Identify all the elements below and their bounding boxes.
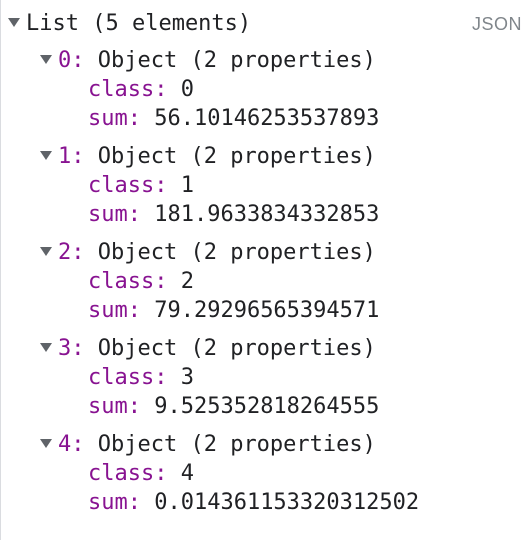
list-item[interactable]: 4: Object (2 properties) (40, 430, 376, 459)
json-view-button[interactable]: JSON (472, 14, 522, 35)
property-key: class: (88, 269, 168, 294)
property-row: sum: 79.29296565394571 (88, 296, 379, 325)
property-key: sum: (88, 394, 141, 419)
expand-triangle-icon[interactable] (40, 342, 52, 352)
item-index: 3: (58, 336, 85, 361)
item-summary: Object (2 properties) (84, 336, 376, 361)
expand-triangle-icon[interactable] (40, 438, 52, 448)
item-index: 0: (58, 48, 85, 73)
expand-triangle-icon[interactable] (40, 150, 52, 160)
property-key: class: (88, 173, 168, 198)
list-item[interactable]: 2: Object (2 properties) (40, 238, 376, 267)
property-row: sum: 56.10146253537893 (88, 104, 379, 133)
property-value: 9.525352818264555 (140, 394, 380, 419)
expand-triangle-icon[interactable] (40, 54, 52, 64)
property-key: class: (88, 461, 168, 486)
property-row: sum: 0.014361153320312502 (88, 488, 419, 517)
panel-divider (0, 0, 1, 540)
property-value: 4 (167, 461, 194, 486)
property-row: class: 2 (88, 267, 194, 296)
item-index: 2: (58, 240, 85, 265)
property-key: class: (88, 365, 168, 390)
property-value: 181.9633834332853 (140, 202, 380, 227)
property-value: 2 (167, 269, 194, 294)
expand-triangle-icon[interactable] (8, 17, 20, 27)
item-summary: Object (2 properties) (84, 432, 376, 457)
list-root-row[interactable]: List (5 elements) (8, 9, 251, 38)
property-row: class: 3 (88, 363, 194, 392)
property-key: sum: (88, 490, 141, 515)
list-item[interactable]: 1: Object (2 properties) (40, 142, 376, 171)
list-root-label: List (5 elements) (26, 11, 252, 36)
property-key: sum: (88, 106, 141, 131)
property-value: 56.10146253537893 (140, 106, 380, 131)
property-key: sum: (88, 202, 141, 227)
property-row: sum: 181.9633834332853 (88, 200, 379, 229)
property-value: 0.014361153320312502 (140, 490, 420, 515)
item-summary: Object (2 properties) (84, 240, 376, 265)
item-summary: Object (2 properties) (84, 48, 376, 73)
item-index: 4: (58, 432, 85, 457)
property-value: 0 (167, 77, 194, 102)
property-value: 3 (167, 365, 194, 390)
property-value: 79.29296565394571 (140, 298, 380, 323)
property-row: class: 0 (88, 75, 194, 104)
item-summary: Object (2 properties) (84, 144, 376, 169)
property-row: class: 1 (88, 171, 194, 200)
property-value: 1 (167, 173, 194, 198)
property-key: sum: (88, 298, 141, 323)
property-key: class: (88, 77, 168, 102)
property-row: class: 4 (88, 459, 194, 488)
item-index: 1: (58, 144, 85, 169)
property-row: sum: 9.525352818264555 (88, 392, 379, 421)
expand-triangle-icon[interactable] (40, 246, 52, 256)
list-item[interactable]: 3: Object (2 properties) (40, 334, 376, 363)
list-item[interactable]: 0: Object (2 properties) (40, 46, 376, 75)
